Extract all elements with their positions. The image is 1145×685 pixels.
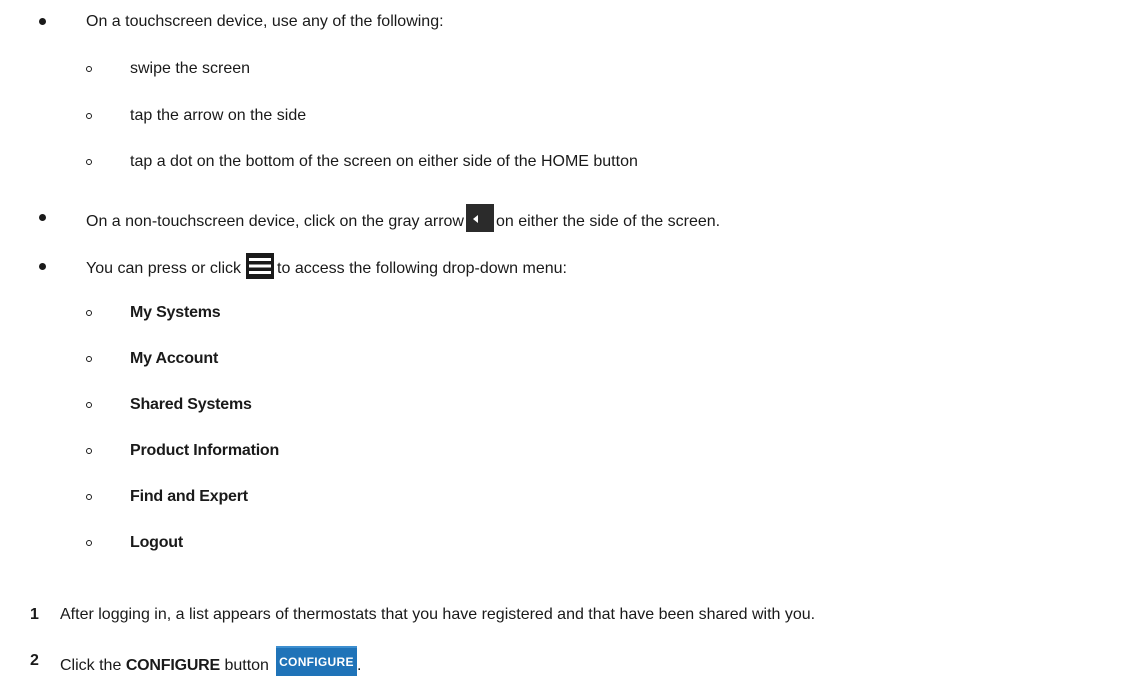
menu-item-shared-systems: Shared Systems (130, 396, 252, 413)
non-touch-paragraph: On a non-touchscreen device, click on th… (86, 204, 721, 236)
bullet-dot (39, 263, 46, 270)
step-2-text: Click the CONFIGURE button CONFIGURE. (60, 646, 362, 681)
sub-bullet-circle (86, 159, 92, 165)
sub-bullet-circle (86, 66, 92, 72)
menu-item-product-information: Product Information (130, 442, 280, 459)
left-arrow-icon (465, 204, 494, 232)
touchscreen-option: tap a dot on the bottom of the screen on… (130, 153, 638, 170)
menu-paragraph: You can press or click to access the fol… (86, 253, 567, 282)
bullet-dot (39, 214, 46, 221)
step-number: 1 (30, 606, 39, 623)
sub-bullet-circle (86, 494, 92, 500)
touchscreen-option: tap the arrow on the side (130, 107, 307, 124)
non-touch-text-after: on either the side of the screen. (495, 213, 721, 230)
menu-item-find-and-expert: Find and Expert (130, 488, 248, 505)
configure-button[interactable]: CONFIGURE (275, 646, 357, 676)
sub-bullet-circle (86, 310, 92, 316)
step-1-text: After logging in, a list appears of ther… (60, 606, 816, 623)
sub-bullet-circle (86, 356, 92, 362)
step-2-bold: CONFIGURE (125, 657, 221, 674)
hamburger-menu-icon (246, 253, 275, 279)
sub-bullet-circle (86, 402, 92, 408)
step-number: 2 (30, 652, 39, 669)
menu-text-after: to access the following drop-down menu: (277, 260, 567, 277)
sub-bullet-circle (86, 113, 92, 119)
touchscreen-intro: On a touchscreen device, use any of the … (86, 13, 444, 30)
sub-bullet-circle (86, 448, 92, 454)
menu-text-before: You can press or click (86, 260, 242, 277)
step-2-period: . (356, 657, 362, 674)
menu-item-my-account: My Account (130, 350, 219, 367)
touchscreen-option: swipe the screen (130, 60, 251, 77)
non-touch-text-before: On a non-touchscreen device, click on th… (86, 213, 464, 230)
menu-item-my-systems: My Systems (130, 304, 221, 321)
menu-item-logout: Logout (130, 534, 183, 551)
step-2-text-after: button (224, 657, 269, 674)
sub-bullet-circle (86, 540, 92, 546)
bullet-dot (39, 18, 46, 25)
step-2-text-before: Click the (60, 657, 122, 674)
